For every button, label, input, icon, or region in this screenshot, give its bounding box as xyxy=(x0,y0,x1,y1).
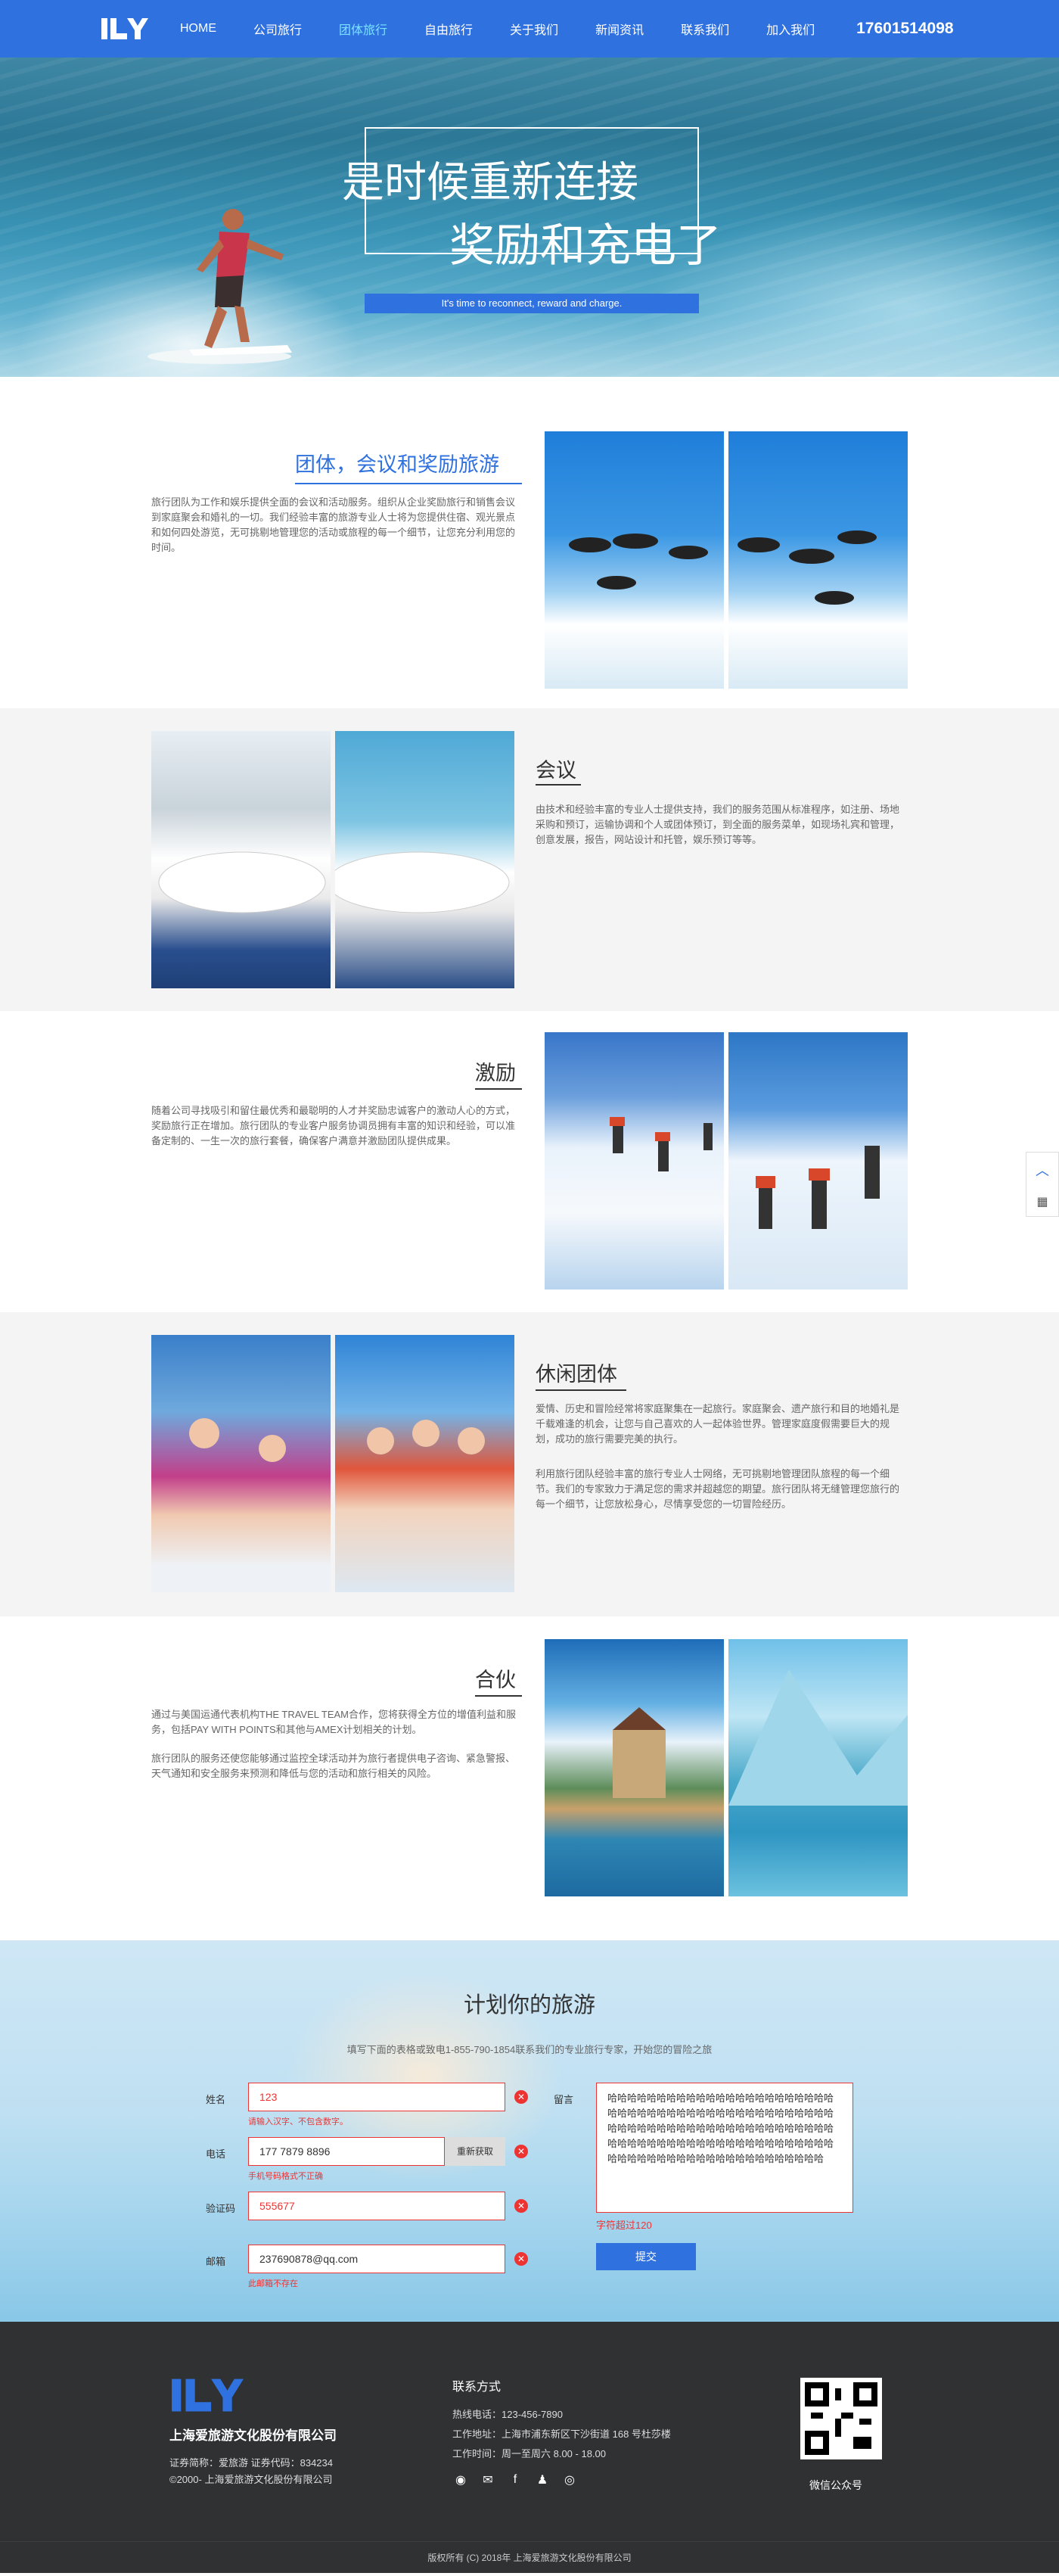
hero-title-line1: 是时候重新连接 xyxy=(342,158,638,206)
wechat-icon[interactable]: ✉ xyxy=(480,2472,496,2488)
email-error: 此邮箱不存在 xyxy=(248,2279,298,2288)
section-group-meetings: 团体，会议和奖励旅游 旅行团队为工作和娱乐提供全面的会议和活动服务。组织从企业奖… xyxy=(0,377,1059,708)
footer-copyright-small: ©2000- 上海爱旅游文化股份有限公司 xyxy=(169,2474,333,2485)
hero-subtitle: It's time to reconnect, reward and charg… xyxy=(365,294,699,313)
conference-room-photo xyxy=(151,731,514,988)
contact-hotline: 热线电话：123-456-7890 xyxy=(452,2409,563,2420)
phone-input[interactable]: 177 7879 8896 xyxy=(248,2137,445,2166)
nav-company-travel[interactable]: 公司旅行 xyxy=(253,20,302,38)
submit-button[interactable]: 提交 xyxy=(596,2243,696,2270)
section-text: 通过与美国运通代表机构THE TRAVEL TEAM合作，您将获得全方位的增值利… xyxy=(151,1709,516,1735)
section-title: 休闲团体 xyxy=(536,1363,617,1386)
title-underline xyxy=(475,1695,522,1697)
section-title: 合伙 xyxy=(475,1669,516,1691)
nav-news[interactable]: 新闻资讯 xyxy=(595,20,644,38)
contact-title: 联系方式 xyxy=(452,2381,502,2394)
section-incentive: 激励 随着公司寻找吸引和留住最优秀和最聪明的人才并奖励忠诚客户的激动人心的方式，… xyxy=(0,1011,1059,1312)
section-title: 会议 xyxy=(536,759,576,782)
side-widget: ︿ ▦ xyxy=(1026,1152,1059,1217)
instagram-icon[interactable]: ◎ xyxy=(561,2472,578,2488)
footer: 上海爱旅游文化股份有限公司 证券简称：爱旅游 证券代码：834234 ©2000… xyxy=(0,2322,1059,2573)
code-label: 验证码 xyxy=(206,2203,236,2214)
code-input[interactable]: 555677 xyxy=(248,2192,505,2220)
error-icon: ✕ xyxy=(514,2090,528,2104)
footer-stock: 证券简称：爱旅游 证券代码：834234 xyxy=(169,2457,333,2469)
plan-subtitle: 填写下面的表格或致电1-855-790-1854联系我们的专业旅行专家，开始您的… xyxy=(346,2044,713,2055)
nav-join[interactable]: 加入我们 xyxy=(766,20,815,38)
plan-trip-section: 计划你的旅游 填写下面的表格或致电1-855-790-1854联系我们的专业旅行… xyxy=(0,1940,1059,2322)
section-text: 由技术和经验丰富的专业人士提供支持，我们的服务范围从标准程序，如注册、场地采购和… xyxy=(536,804,900,845)
section-title: 激励 xyxy=(475,1062,516,1084)
section-partnership: 合伙 通过与美国运通代表机构THE TRAVEL TEAM合作，您将获得全方位的… xyxy=(0,1616,1059,1940)
section-meetings: 会议 由技术和经验丰富的专业人士提供支持，我们的服务范围从标准程序，如注册、场地… xyxy=(0,708,1059,1011)
message-error: 字符超过120 xyxy=(596,2220,652,2231)
section-text-2: 旅行团队的服务还使您能够通过监控全球活动并为旅行者提供电子咨询、紧急警报、天气通… xyxy=(151,1753,516,1779)
section-leisure-groups: 休闲团体 爱情、历史和冒险经常将家庭聚集在一起旅行。家庭聚会、遗产旅行和目的地婚… xyxy=(0,1312,1059,1616)
footer-company: 上海爱旅游文化股份有限公司 xyxy=(169,2428,337,2443)
error-icon: ✕ xyxy=(514,2145,528,2158)
footer-logo xyxy=(169,2375,244,2416)
surfer-illustration xyxy=(148,209,292,364)
title-underline xyxy=(295,483,522,484)
hero-banner: 是时候重新连接 奖励和充电了 It's time to reconnect, r… xyxy=(0,58,1059,377)
nav-phone: 17601514098 xyxy=(856,20,954,37)
nav-free-travel[interactable]: 自由旅行 xyxy=(424,20,473,38)
title-underline xyxy=(536,784,581,786)
qr-mini-icon[interactable]: ▦ xyxy=(1036,1194,1048,1209)
contact-hours: 工作时间：周一至周六 8.00 - 18.00 xyxy=(452,2448,606,2459)
name-label: 姓名 xyxy=(206,2094,226,2105)
message-textarea[interactable]: 哈哈哈哈哈哈哈哈哈哈哈哈哈哈哈哈哈哈哈哈哈哈哈哈哈哈哈哈哈哈哈哈哈哈哈哈哈哈哈哈… xyxy=(596,2083,853,2213)
name-input[interactable]: 123 xyxy=(248,2083,505,2111)
nav-about[interactable]: 关于我们 xyxy=(510,20,558,38)
hero-title-line2: 奖励和充电了 xyxy=(449,220,722,271)
section-title: 团体，会议和奖励旅游 xyxy=(295,453,499,476)
happy-group-photo xyxy=(151,1335,514,1592)
weibo-icon[interactable]: ◉ xyxy=(452,2472,469,2488)
email-input[interactable]: 237690878@qq.com xyxy=(248,2245,505,2273)
top-nav: HOME 公司旅行 团体旅行 自由旅行 关于我们 新闻资讯 联系我们 加入我们 … xyxy=(0,0,1059,58)
section-text: 旅行团队为工作和娱乐提供全面的会议和活动服务。组织从企业奖励旅行和销售会议到家庭… xyxy=(151,496,516,553)
name-error: 请输入汉字、不包含数字。 xyxy=(248,2117,348,2126)
logo[interactable] xyxy=(100,15,148,42)
lake-castle-photo xyxy=(545,1639,908,1896)
plan-title: 计划你的旅游 xyxy=(463,1993,595,2018)
phone-label: 电话 xyxy=(206,2148,226,2160)
qr-label: 微信公众号 xyxy=(809,2479,862,2491)
contact-address: 工作地址：上海市浦东新区下沙街道 168 号杜莎楼 xyxy=(452,2428,671,2440)
get-code-button[interactable]: 重新获取 xyxy=(445,2137,505,2166)
wechat-qr-code xyxy=(800,2378,882,2459)
copyright-bar: 版权所有 (C) 2018年 上海爱旅游文化股份有限公司 xyxy=(0,2541,1059,2573)
nav-home[interactable]: HOME xyxy=(180,22,216,36)
title-underline xyxy=(536,1389,626,1391)
mountaineers-photo xyxy=(545,1032,908,1290)
facebook-icon[interactable]: f xyxy=(507,2472,523,2488)
nav-contact[interactable]: 联系我们 xyxy=(681,20,729,38)
error-icon: ✕ xyxy=(514,2252,528,2266)
section-text: 随着公司寻找吸引和留住最优秀和最聪明的人才并奖励忠诚客户的激动人心的方式，奖励旅… xyxy=(151,1105,516,1146)
section-text: 爱情、历史和冒险经常将家庭聚集在一起旅行。家庭聚会、遗产旅行和目的地婚礼是千载难… xyxy=(536,1403,900,1445)
error-icon: ✕ xyxy=(514,2199,528,2213)
phone-error: 手机号码格式不正确 xyxy=(248,2172,323,2181)
skydivers-photo xyxy=(545,431,908,689)
email-label: 邮箱 xyxy=(206,2256,226,2267)
nav-group-travel[interactable]: 团体旅行 xyxy=(339,20,387,38)
section-text-2: 利用旅行团队经验丰富的旅行专业人士网络，无可挑剔地管理团队旅程的每一个细节。我们… xyxy=(536,1468,900,1510)
title-underline xyxy=(475,1088,522,1090)
qq-icon[interactable]: ♟ xyxy=(534,2472,551,2488)
social-links: ◉ ✉ f ♟ ◎ xyxy=(452,2472,578,2488)
message-label: 留言 xyxy=(554,2094,574,2105)
back-to-top-icon[interactable]: ︿ xyxy=(1036,1160,1049,1180)
